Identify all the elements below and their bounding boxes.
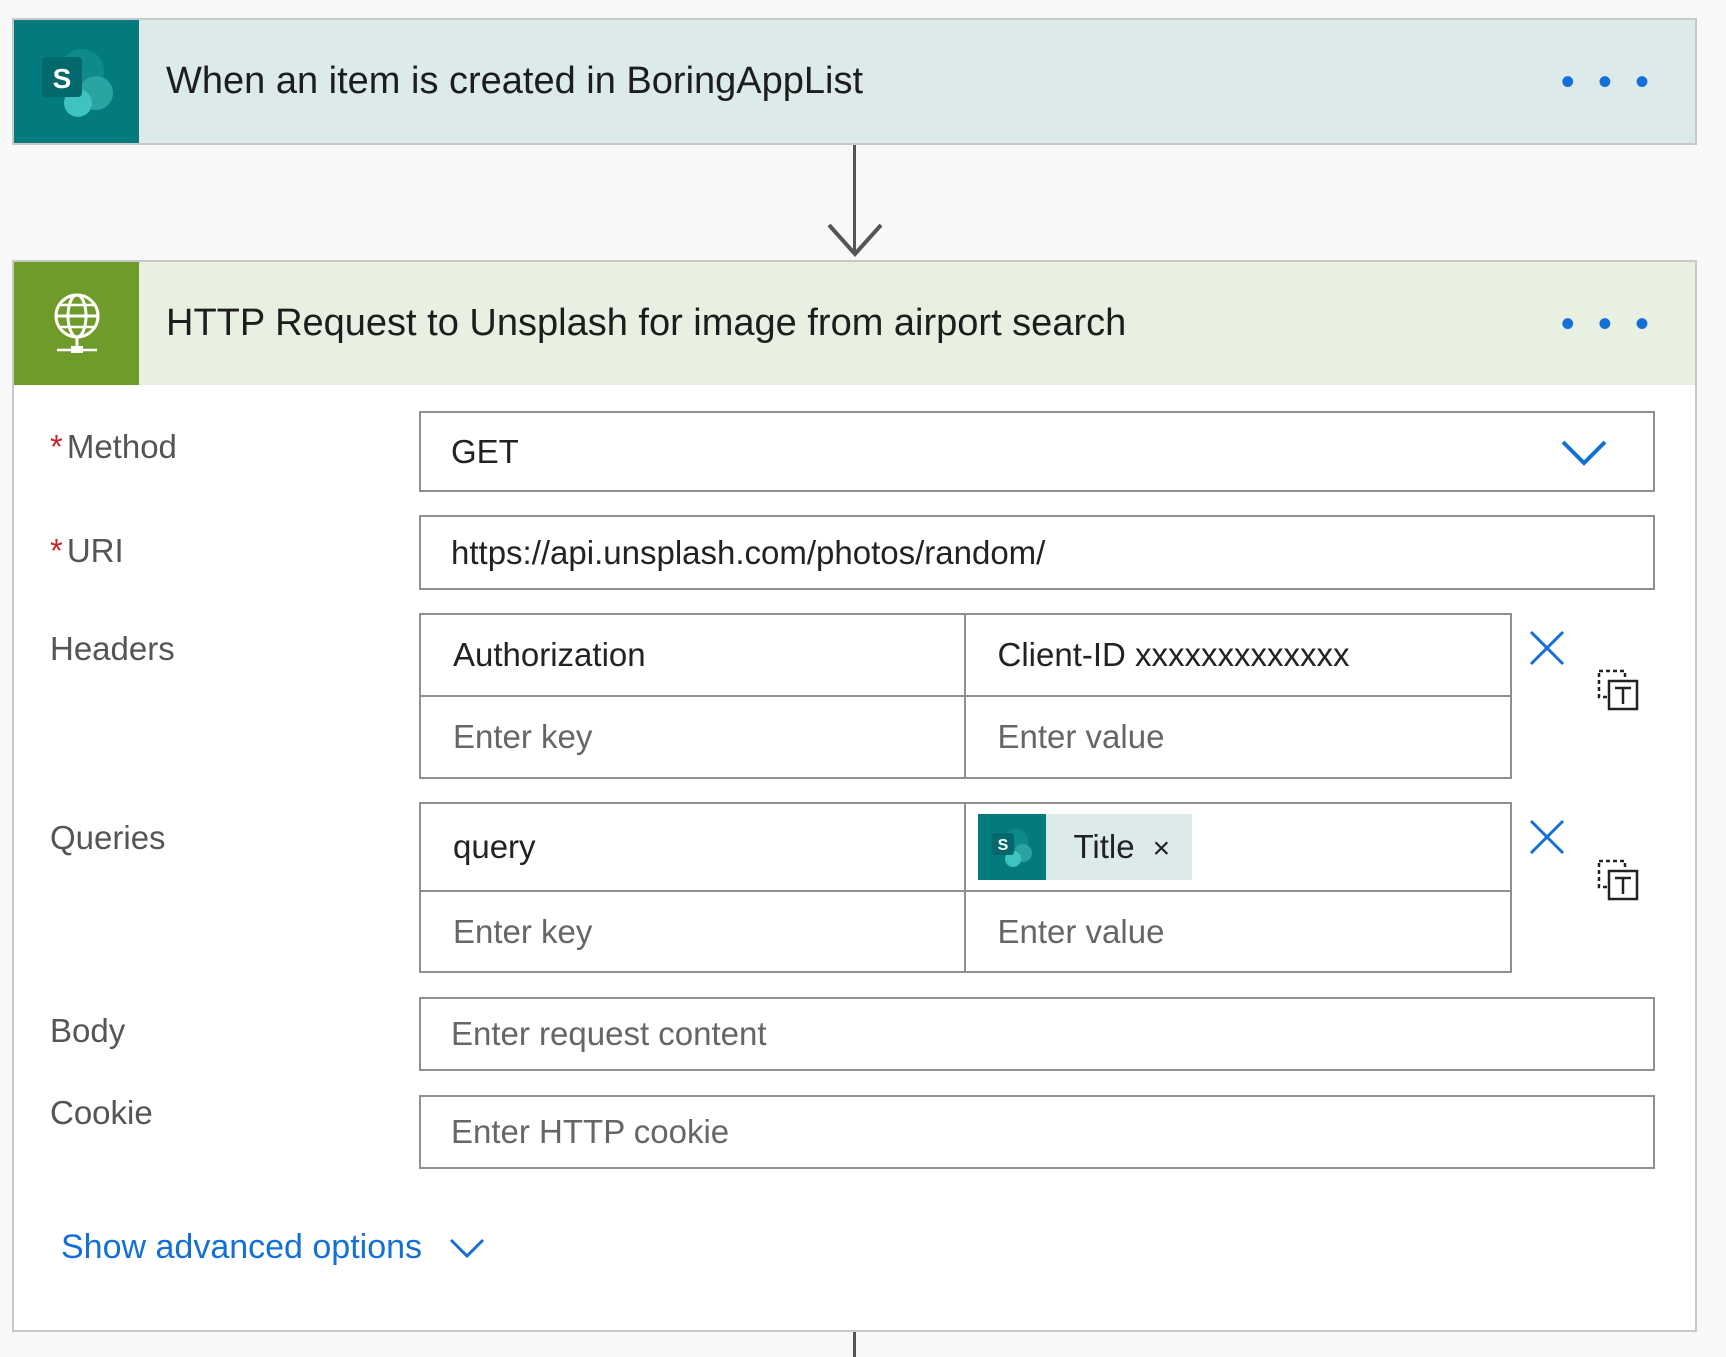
action-header[interactable]: HTTP Request to Unsplash for image from … [14,262,1695,385]
queries-table: query S Title × Enter key Enter value [419,802,1512,973]
cookie-input[interactable]: Enter HTTP cookie [419,1095,1655,1169]
query-key-placeholder[interactable]: Enter key [421,892,966,971]
remove-query-icon[interactable] [1528,818,1566,856]
trigger-header[interactable]: S When an item is created in BoringAppLi… [14,20,1695,143]
uri-label: * URI [50,532,124,569]
sharepoint-icon: S [14,20,139,143]
table-row: Enter key Enter value [421,892,1510,971]
switch-to-text-mode-icon[interactable] [1597,859,1639,901]
connector-line [853,1332,856,1357]
action-title: HTTP Request to Unsplash for image from … [166,302,1127,344]
query-value-input[interactable]: S Title × [966,804,1511,890]
cookie-label: Cookie [50,1094,153,1131]
trigger-more-icon[interactable]: • • • [1561,62,1655,102]
uri-value: https://api.unsplash.com/photos/random/ [451,533,1046,571]
header-value-input[interactable]: Client-ID xxxxxxxxxxxxx [966,615,1511,695]
trigger-card[interactable]: S When an item is created in BoringAppLi… [12,18,1697,145]
header-key-placeholder[interactable]: Enter key [421,697,966,777]
remove-header-icon[interactable] [1528,629,1566,667]
sharepoint-icon: S [977,814,1046,880]
query-value-placeholder[interactable]: Enter value [966,892,1511,971]
body-placeholder: Enter request content [451,1015,767,1052]
cookie-placeholder: Enter HTTP cookie [451,1113,730,1150]
action-more-icon[interactable]: • • • [1561,304,1655,344]
svg-text:S: S [52,63,71,94]
show-advanced-options-link[interactable]: Show advanced options [61,1228,486,1267]
header-key-input[interactable]: Authorization [421,615,966,695]
switch-to-text-mode-icon[interactable] [1597,669,1639,711]
chevron-down-icon [449,1238,485,1258]
table-row: Enter key Enter value [421,697,1510,777]
advanced-label: Show advanced options [61,1228,423,1266]
uri-input[interactable]: https://api.unsplash.com/photos/random/ [419,515,1655,590]
required-marker: * [50,428,63,465]
method-select[interactable]: GET [419,411,1655,492]
table-row: query S Title × [421,804,1510,892]
table-row: Authorization Client-ID xxxxxxxxxxxxx [421,615,1510,697]
query-key-input[interactable]: query [421,804,966,890]
body-label: Body [50,1012,126,1049]
token-label: Title [1073,828,1135,865]
globe-icon [14,262,139,385]
chevron-down-icon[interactable] [1560,437,1608,467]
token-remove-icon[interactable]: × [1153,832,1171,866]
body-input[interactable]: Enter request content [419,997,1655,1071]
trigger-title: When an item is created in BoringAppList [166,60,864,102]
required-marker: * [50,532,63,569]
headers-table: Authorization Client-ID xxxxxxxxxxxxx En… [419,613,1512,779]
svg-text:S: S [997,837,1008,854]
arrow-down-icon [827,223,883,257]
method-label: * Method [50,428,177,465]
headers-label: Headers [50,630,175,667]
queries-label: Queries [50,819,166,856]
method-value: GET [451,432,519,470]
dynamic-content-token[interactable]: S Title × [977,814,1193,880]
header-value-placeholder[interactable]: Enter value [966,697,1511,777]
